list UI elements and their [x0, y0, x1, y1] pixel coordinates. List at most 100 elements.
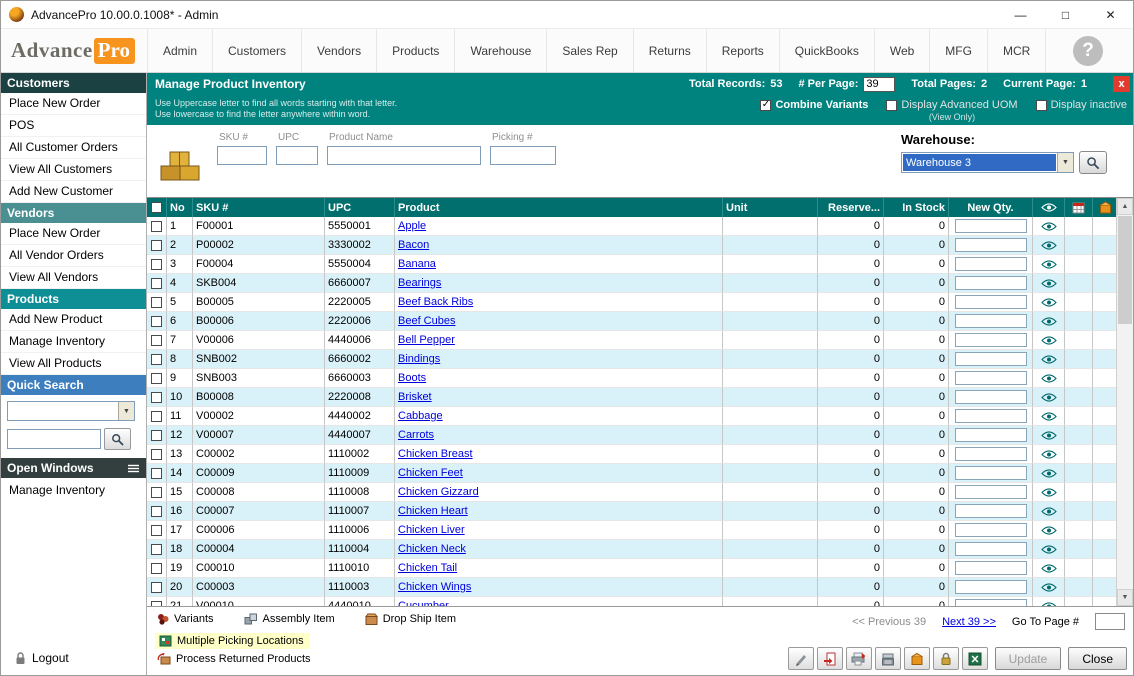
eye-icon[interactable]: [1041, 222, 1057, 231]
eye-icon[interactable]: [1041, 450, 1057, 459]
combine-variants-checkbox[interactable]: ✓: [760, 100, 771, 111]
scroll-up-arrow[interactable]: ▲: [1117, 198, 1133, 215]
product-link[interactable]: Chicken Liver: [398, 524, 465, 536]
sidebar-item-view-all-customers[interactable]: View All Customers: [1, 159, 146, 181]
sidebar-item-all-vendor-orders[interactable]: All Vendor Orders: [1, 245, 146, 267]
eye-icon[interactable]: [1041, 507, 1057, 516]
tab-admin[interactable]: Admin: [147, 29, 212, 72]
quick-search-dropdown[interactable]: ▼: [7, 401, 135, 421]
sidebar-item-all-customer-orders[interactable]: All Customer Orders: [1, 137, 146, 159]
eye-icon[interactable]: [1041, 279, 1057, 288]
scrollbar-track[interactable]: [1117, 215, 1133, 589]
eye-icon[interactable]: [1041, 317, 1057, 326]
eye-icon[interactable]: [1041, 412, 1057, 421]
product-link[interactable]: Chicken Wings: [398, 581, 471, 593]
new-qty-input[interactable]: [955, 276, 1027, 290]
new-qty-input[interactable]: [955, 485, 1027, 499]
row-checkbox[interactable]: [151, 525, 162, 536]
eye-icon[interactable]: [1041, 241, 1057, 250]
per-page-input[interactable]: [863, 77, 895, 92]
pen-tool-button[interactable]: [788, 647, 814, 670]
logout-button[interactable]: Logout: [1, 651, 146, 675]
lock-button[interactable]: [933, 647, 959, 670]
row-checkbox[interactable]: [151, 373, 162, 384]
sidebar-item-pos[interactable]: POS: [1, 115, 146, 137]
tab-warehouse[interactable]: Warehouse: [454, 29, 546, 72]
product-link[interactable]: Bindings: [398, 353, 440, 365]
update-button[interactable]: Update: [995, 647, 1062, 670]
next-page-link[interactable]: Next 39 >>: [942, 616, 996, 628]
product-link[interactable]: Bearings: [398, 277, 441, 289]
new-qty-input[interactable]: [955, 314, 1027, 328]
product-link[interactable]: Chicken Tail: [398, 562, 457, 574]
sidebar-item-view-all-products[interactable]: View All Products: [1, 353, 146, 375]
new-qty-input[interactable]: [955, 466, 1027, 480]
tab-mfg[interactable]: MFG: [929, 29, 987, 72]
close-button[interactable]: Close: [1068, 647, 1127, 670]
new-qty-input[interactable]: [955, 333, 1027, 347]
help-button[interactable]: ?: [1073, 36, 1103, 66]
picking-search-input[interactable]: [490, 146, 556, 165]
tab-quickbooks[interactable]: QuickBooks: [779, 29, 874, 72]
open-window-item[interactable]: Manage Inventory: [1, 478, 146, 500]
sidebar-item-manage-inventory[interactable]: Manage Inventory: [1, 331, 146, 353]
select-all-checkbox[interactable]: [151, 202, 162, 213]
row-checkbox[interactable]: [151, 582, 162, 593]
tab-returns[interactable]: Returns: [633, 29, 706, 72]
eye-icon[interactable]: [1041, 374, 1057, 383]
product-link[interactable]: Beef Cubes: [398, 315, 455, 327]
eye-icon[interactable]: [1041, 336, 1057, 345]
close-panel-button[interactable]: x: [1113, 76, 1130, 92]
tab-sales-rep[interactable]: Sales Rep: [546, 29, 632, 72]
scroll-down-arrow[interactable]: ▼: [1117, 589, 1133, 606]
row-checkbox[interactable]: [151, 411, 162, 422]
new-qty-input[interactable]: [955, 523, 1027, 537]
new-qty-input[interactable]: [955, 371, 1027, 385]
minimize-button[interactable]: —: [998, 1, 1043, 28]
maximize-button[interactable]: □: [1043, 1, 1088, 28]
row-checkbox[interactable]: [151, 563, 162, 574]
row-checkbox[interactable]: [151, 544, 162, 555]
product-link[interactable]: Chicken Feet: [398, 467, 463, 479]
product-link[interactable]: Chicken Neck: [398, 543, 466, 555]
new-qty-input[interactable]: [955, 542, 1027, 556]
new-qty-input[interactable]: [955, 238, 1027, 252]
product-link[interactable]: Banana: [398, 258, 436, 270]
new-qty-input[interactable]: [955, 409, 1027, 423]
tab-mcr[interactable]: MCR: [987, 29, 1046, 72]
row-checkbox[interactable]: [151, 297, 162, 308]
eye-icon[interactable]: [1041, 564, 1057, 573]
sidebar-item-view-all-vendors[interactable]: View All Vendors: [1, 267, 146, 289]
tab-vendors[interactable]: Vendors: [301, 29, 376, 72]
row-checkbox[interactable]: [151, 468, 162, 479]
upc-search-input[interactable]: [276, 146, 318, 165]
new-qty-input[interactable]: [955, 352, 1027, 366]
display-inactive-checkbox[interactable]: [1036, 100, 1047, 111]
goto-page-input[interactable]: [1095, 613, 1125, 630]
product-link[interactable]: Chicken Breast: [398, 448, 473, 460]
product-link[interactable]: Cabbage: [398, 410, 443, 422]
print-button[interactable]: [846, 647, 872, 670]
package-button[interactable]: [904, 647, 930, 670]
eye-icon[interactable]: [1041, 526, 1057, 535]
product-link[interactable]: Chicken Heart: [398, 505, 468, 517]
eye-icon[interactable]: [1041, 583, 1057, 592]
product-link[interactable]: Carrots: [398, 429, 434, 441]
product-link[interactable]: Boots: [398, 372, 426, 384]
tab-web[interactable]: Web: [874, 29, 929, 72]
display-advanced-uom-checkbox[interactable]: [886, 100, 897, 111]
product-link[interactable]: Bacon: [398, 239, 429, 251]
scrollbar-thumb[interactable]: [1118, 216, 1132, 324]
row-checkbox[interactable]: [151, 240, 162, 251]
warehouse-search-button[interactable]: [1079, 151, 1107, 174]
vertical-scrollbar[interactable]: ▲ ▼: [1116, 198, 1133, 606]
eye-icon[interactable]: [1041, 393, 1057, 402]
sidebar-item-add-new-customer[interactable]: Add New Customer: [1, 181, 146, 203]
new-qty-input[interactable]: [955, 257, 1027, 271]
warehouse-select[interactable]: Warehouse 3 ▼: [901, 152, 1074, 173]
export-document-button[interactable]: [817, 647, 843, 670]
sku-search-input[interactable]: [217, 146, 267, 165]
product-link[interactable]: Bell Pepper: [398, 334, 455, 346]
new-qty-input[interactable]: [955, 599, 1027, 606]
eye-icon[interactable]: [1041, 298, 1057, 307]
